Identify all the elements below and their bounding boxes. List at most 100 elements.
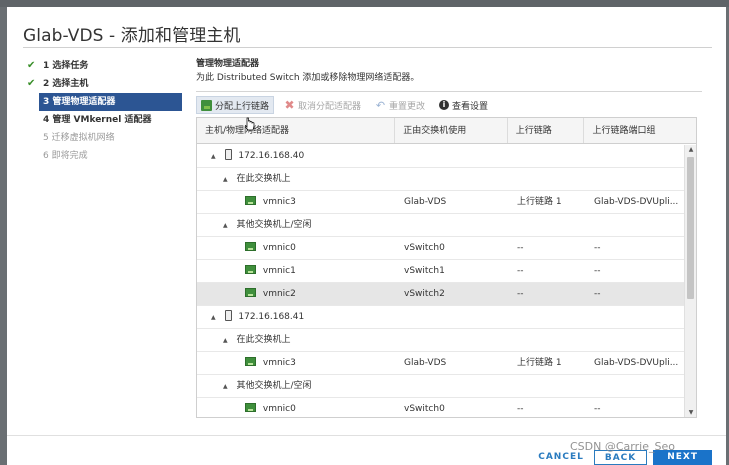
step-select-task[interactable]: ✔ 1 选择任务 [25,57,185,75]
table-header: 主机/物理网络适配器 正由交换机使用 上行链路 上行链路端口组 [197,118,696,144]
checkmark-icon: ✔ [27,78,36,89]
collapse-triangle-icon[interactable]: ▲ [211,307,216,328]
uplink-cell: -- [517,266,524,276]
table-row-group[interactable]: ▲ 其他交换机上/空闲 [197,375,685,398]
reset-changes-button[interactable]: ↶ 重置更改 [371,96,429,114]
portgroup-cell [586,168,685,190]
network-adapter-icon [245,242,256,251]
network-adapter-icon [245,288,256,297]
step-label: 3 管理物理适配器 [43,97,116,107]
network-adapter-icon [245,265,256,274]
switch-cell: vSwitch2 [404,289,445,299]
portgroup-cell [586,306,685,328]
reset-changes-label: 重置更改 [389,101,426,112]
group-name: 其他交换机上/空闲 [236,381,312,391]
collapse-triangle-icon[interactable]: ▲ [223,215,228,236]
uplink-cell [509,375,586,397]
assign-uplink-button[interactable]: 分配上行链路 [196,96,275,114]
portgroup-cell [586,329,685,351]
add-manage-hosts-dialog: Glab-VDS - 添加和管理主机 ✔ 1 选择任务 ✔ 2 选择主机 3 管… [7,7,726,465]
table-scrollbar[interactable]: ▲ ▼ [684,145,696,417]
nic-cell: vmnic0 [197,398,396,417]
portgroup-cell [586,214,685,236]
switch-cell: vSwitch0 [404,243,445,253]
group-name: 其他交换机上/空闲 [236,220,312,230]
uplink-cell [509,145,586,167]
table-row-nic[interactable]: vmnic3 Glab-VDS 上行链路 1 Glab-VDS-DVUpli..… [197,352,685,375]
remove-icon: ✖ [284,97,295,112]
step-manage-physical-adapters[interactable]: 3 管理物理适配器 [39,93,182,111]
group-cell: ▲ 在此交换机上 [197,329,396,351]
table-row-group[interactable]: ▲ 在此交换机上 [197,168,685,191]
nic-name: vmnic1 [262,266,296,276]
switch-cell [396,375,509,397]
scrollbar-thumb[interactable] [687,157,694,299]
group-cell: ▲ 在此交换机上 [197,168,396,190]
network-adapter-icon [201,99,212,111]
table-row-group[interactable]: ▲ 其他交换机上/空闲 [197,214,685,237]
desktop-background-top [0,0,729,7]
host-cell: ▲ 172.16.168.40 [197,145,396,167]
dialog-title: Glab-VDS - 添加和管理主机 [23,26,241,46]
host-name: 172.16.168.41 [238,312,305,322]
collapse-triangle-icon[interactable]: ▲ [223,330,228,351]
collapse-triangle-icon[interactable]: ▲ [223,376,228,397]
step-label: 2 选择主机 [43,79,89,89]
network-adapter-icon [245,403,256,412]
step-manage-vmkernel-adapters[interactable]: 4 管理 VMkernel 适配器 [25,111,185,129]
table-row-nic[interactable]: vmnic0 vSwitch0 -- -- [197,237,685,260]
table-row-group[interactable]: ▲ 在此交换机上 [197,329,685,352]
switch-cell [396,145,509,167]
portgroup-cell: Glab-VDS-DVUpli... [594,197,679,207]
nic-cell: vmnic3 [197,352,396,374]
uplink-cell: 上行链路 1 [517,197,562,207]
switch-cell: vSwitch1 [404,266,445,276]
portgroup-cell: -- [594,266,601,276]
unassign-adapter-button[interactable]: ✖ 取消分配适配器 [280,96,365,114]
group-cell: ▲ 其他交换机上/空闲 [197,214,396,236]
column-header-in-use-by[interactable]: 正由交换机使用 [395,118,508,143]
uplink-cell: -- [517,404,524,414]
table-row-host[interactable]: ▲ 172.16.168.40 [197,145,685,168]
view-settings-button[interactable]: i 查看设置 [435,96,492,114]
host-cell: ▲ 172.16.168.41 [197,306,396,328]
uplink-cell: -- [517,289,524,299]
portgroup-cell: -- [594,404,601,414]
nic-cell: vmnic2 [197,283,396,305]
watermark-text: CSDN @Carrie_Seo [570,440,675,453]
table-row-nic[interactable]: vmnic3 Glab-VDS 上行链路 1 Glab-VDS-DVUpli..… [197,191,685,214]
table-row-nic[interactable]: vmnic0 vSwitch0 -- -- [197,398,685,417]
step-migrate-vm-networking: 5 迁移虚拟机网络 [25,129,185,147]
collapse-triangle-icon[interactable]: ▲ [223,169,228,190]
portgroup-cell: Glab-VDS-DVUpli... [594,358,679,368]
uplink-cell [509,306,586,328]
collapse-triangle-icon[interactable]: ▲ [211,146,216,167]
switch-cell [396,329,509,351]
view-settings-label: 查看设置 [452,101,489,112]
group-name: 在此交换机上 [236,335,291,345]
table-row-nic[interactable]: vmnic1 vSwitch1 -- -- [197,260,685,283]
mouse-cursor-icon [245,117,255,131]
nic-cell: vmnic0 [197,237,396,259]
column-header-uplink[interactable]: 上行链路 [508,118,585,143]
step-select-hosts[interactable]: ✔ 2 选择主机 [25,75,185,93]
column-header-uplink-portgroup[interactable]: 上行链路端口组 [584,118,696,143]
network-adapter-icon [245,196,256,205]
switch-cell [396,214,509,236]
footer-divider [7,435,726,436]
scroll-down-arrow-icon[interactable]: ▼ [685,408,696,417]
title-divider [23,47,712,48]
step-label: 1 选择任务 [43,61,89,71]
scroll-up-arrow-icon[interactable]: ▲ [685,145,696,155]
portgroup-cell: -- [594,243,601,253]
portgroup-cell [586,375,685,397]
page-title: 管理物理适配器 [196,59,260,69]
table-row-host[interactable]: ▲ 172.16.168.41 [197,306,685,329]
table-body: ▲ 172.16.168.40 ▲ 在此交换机上 vmnic3 Glab-VDS… [197,145,685,417]
checkmark-icon: ✔ [27,60,36,71]
page-description: 为此 Distributed Switch 添加或移除物理网络适配器。 [196,73,420,83]
nic-cell: vmnic1 [197,260,396,282]
table-row-nic-selected[interactable]: vmnic2 vSwitch2 -- -- [197,283,685,306]
column-header-adapter[interactable]: 主机/物理网络适配器 [197,118,396,143]
desktop-background-left [0,7,7,465]
